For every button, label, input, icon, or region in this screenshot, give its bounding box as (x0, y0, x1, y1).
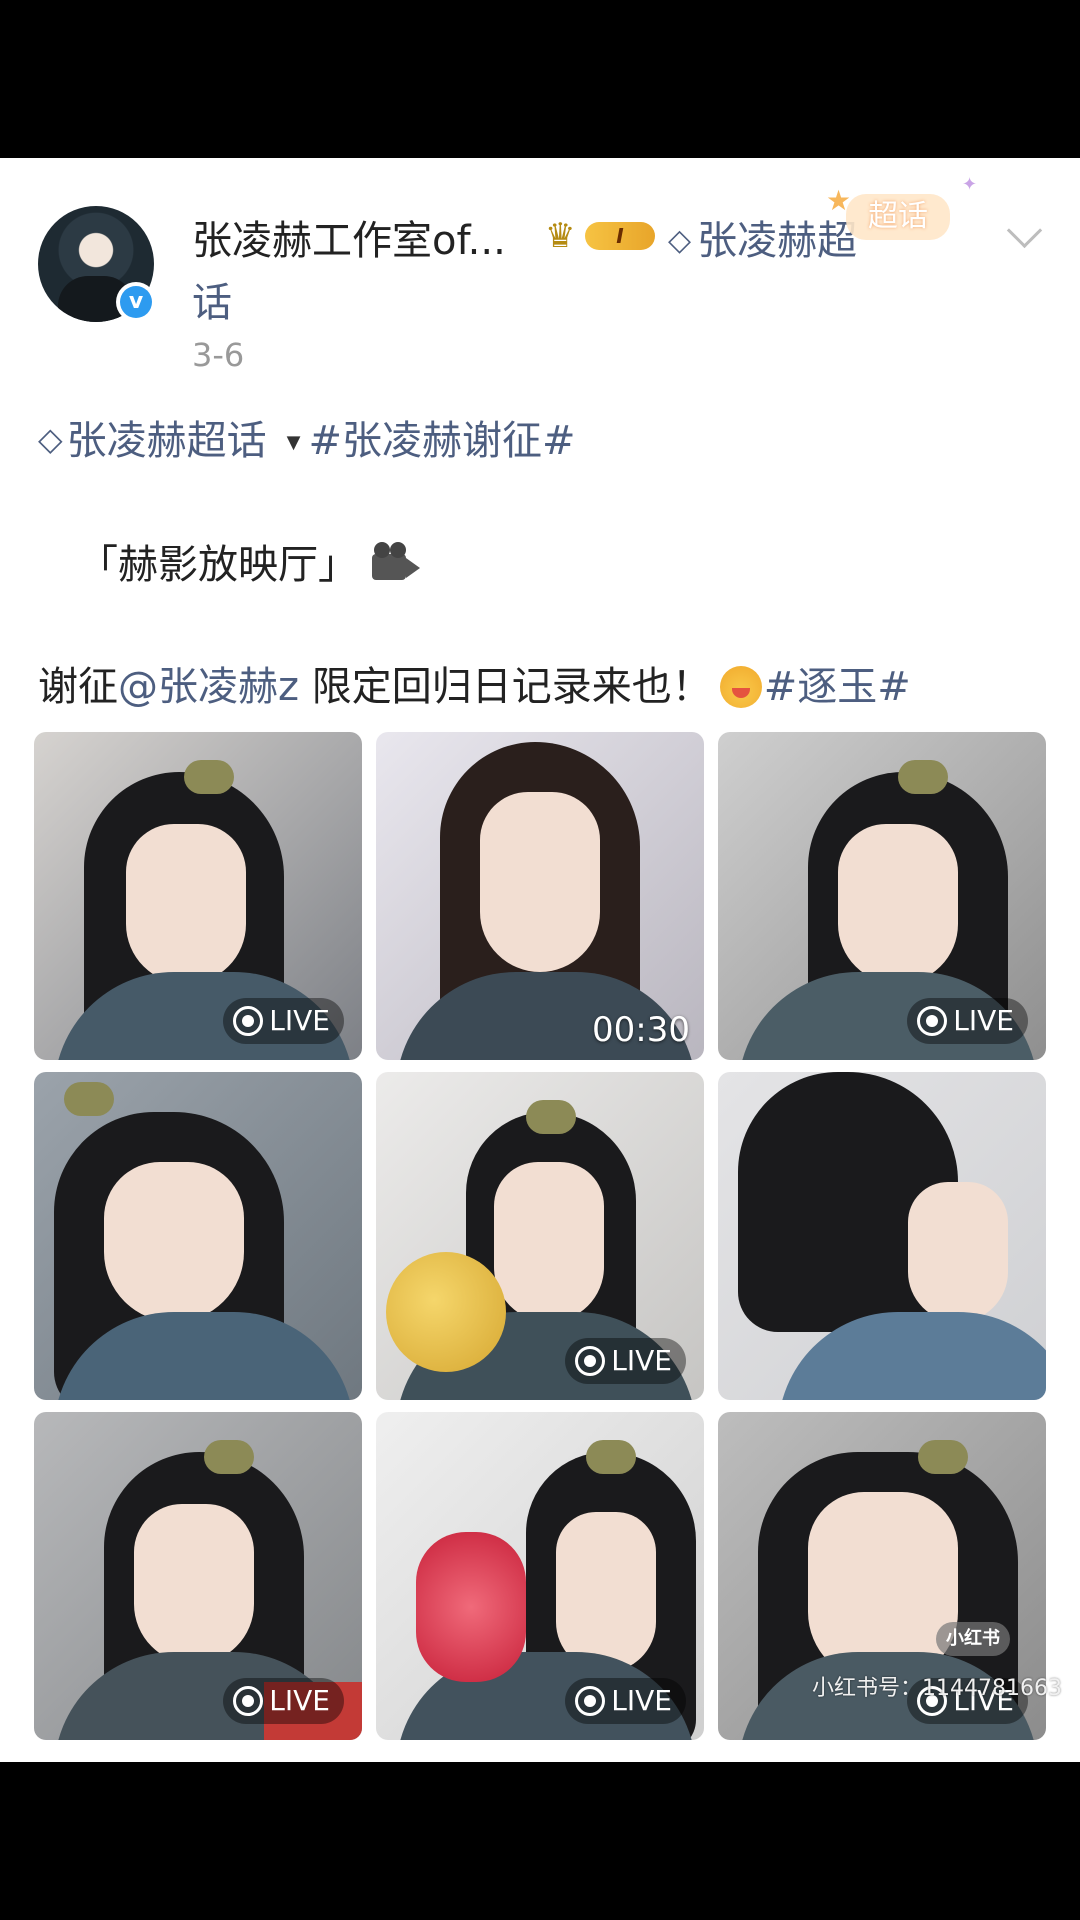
topic-line: ◇ 张凌赫超话 ▼ #张凌赫谢征# (38, 408, 575, 466)
photo-tile[interactable]: LIVE (34, 732, 362, 1060)
caret-down-icon[interactable]: ▼ (287, 432, 301, 453)
mention-link[interactable]: @张凌赫z (118, 664, 299, 710)
sticker-label: 超话 (846, 194, 950, 240)
hashtag-link[interactable]: #张凌赫谢征# (308, 418, 575, 464)
post-text-line: 「赫影放映厅」 (78, 532, 422, 590)
post-text: 限定回归日记录来也！ (299, 664, 712, 710)
live-photo-icon (233, 1686, 264, 1716)
sparkle-icon: ✦ (962, 174, 978, 195)
live-photo-icon (917, 1006, 948, 1036)
photo-tile[interactable]: LIVE (376, 1412, 704, 1740)
watermark-id: 小红书号：1144781663 (812, 1676, 1062, 1701)
supertopic-chip[interactable]: 张凌赫超话 (67, 418, 267, 464)
live-photo-icon (575, 1686, 606, 1716)
live-badge: LIVE (907, 998, 1028, 1044)
photo-grid: LIVE 00:30 LIVE LIVE LIVE LIVE LIVE (34, 732, 1046, 1740)
vip-crown-badge[interactable]: ♛ I (545, 216, 661, 256)
movie-camera-icon (372, 542, 422, 584)
photo-tile[interactable] (34, 1072, 362, 1400)
verified-icon: v (116, 282, 156, 322)
xiaohongshu-logo: 小红书 (936, 1622, 1010, 1656)
photo-tile[interactable]: LIVE (718, 732, 1046, 1060)
vip-level: I (585, 222, 655, 250)
weibo-post-card: v 张凌赫工作室of... ♛ I ◇ 张凌赫超 ★ 超话 ✦ 话 3-6 ◇ 张凌… (0, 158, 1080, 1762)
live-photo-icon (233, 1006, 264, 1036)
diamond-icon: ◇ (38, 420, 63, 458)
username[interactable]: 张凌赫工作室of... (192, 208, 506, 266)
chevron-down-icon[interactable] (1004, 216, 1044, 256)
live-photo-icon (575, 1346, 606, 1376)
supertopic-sticker: ★ 超话 ✦ (826, 174, 977, 248)
photo-tile[interactable] (718, 1072, 1046, 1400)
photo-tile[interactable]: LIVE (34, 1412, 362, 1740)
video-tile[interactable]: 00:30 (376, 732, 704, 1060)
photo-tile[interactable]: LIVE (376, 1072, 704, 1400)
post-text: 「赫影放映厅」 (78, 542, 358, 588)
live-badge: LIVE (565, 1678, 686, 1724)
live-badge: LIVE (223, 1678, 344, 1724)
supertopic-label-wrap[interactable]: 话 (192, 270, 232, 328)
diamond-icon: ◇ (668, 223, 692, 258)
video-duration: 00:30 (592, 1010, 690, 1050)
post-text: 谢征 (38, 664, 118, 710)
post-text-line: 谢征@张凌赫z 限定回归日记录来也！ #逐玉# (38, 654, 911, 712)
live-badge: LIVE (565, 1338, 686, 1384)
hashtag-link[interactable]: #逐玉# (764, 664, 911, 710)
emoji-icon (719, 666, 762, 708)
live-badge: LIVE (223, 998, 344, 1044)
post-date: 3-6 (192, 336, 245, 374)
